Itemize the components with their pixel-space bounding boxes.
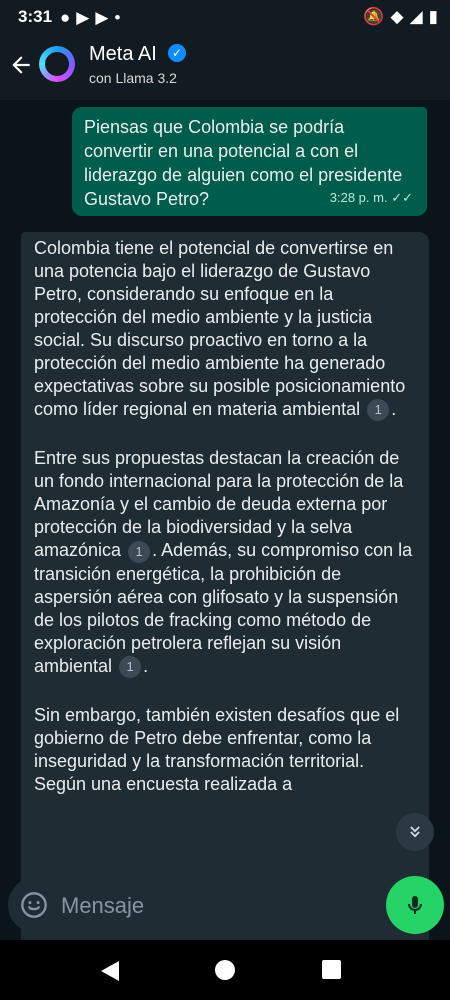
nav-home-icon[interactable]: [215, 960, 235, 980]
emoji-icon[interactable]: [20, 891, 48, 919]
message-time: 3:28 p. m.: [329, 190, 388, 205]
chat-subtitle: con Llama 3.2: [89, 70, 177, 86]
chat-title[interactable]: Meta AI: [89, 43, 157, 66]
incoming-message[interactable]: Colombia tiene el potencial de convertir…: [21, 232, 429, 962]
system-status-icons: 🔕 ◆ ◢ ▮: [363, 7, 438, 27]
message-paragraph-2: Entre sus propuestas destacan la creació…: [34, 447, 419, 678]
paragraph-text: Además, su compromiso con la transición …: [34, 540, 413, 676]
nav-recent-apps-icon[interactable]: [322, 960, 341, 979]
paragraph-text: Colombia tiene el potencial de convertir…: [34, 238, 406, 419]
double-chevron-down-icon: [410, 826, 420, 838]
message-paragraph-1: Colombia tiene el potencial de convertir…: [34, 237, 419, 422]
silent-icon: 🔕: [363, 7, 385, 26]
youtube-icon: ▶: [76, 8, 90, 27]
chat-header: Meta AI ✓ con Llama 3.2: [0, 34, 450, 100]
battery-icon: ▮: [428, 7, 438, 26]
message-input[interactable]: Mensaje: [61, 893, 144, 919]
notification-icons: ● ▶ ▶ •: [60, 8, 120, 28]
signal-icon: ◢: [409, 7, 423, 26]
verified-badge-icon: ✓: [168, 44, 186, 62]
double-check-icon: ✓✓: [391, 190, 413, 205]
message-meta: 3:28 p. m. ✓✓: [330, 186, 413, 210]
citation-badge[interactable]: 1: [367, 399, 390, 422]
citation-badge[interactable]: 1: [119, 655, 142, 678]
voice-message-button[interactable]: [386, 876, 444, 934]
youtube-icon: ▶: [95, 8, 109, 27]
status-bar: 3:31 ● ▶ ▶ • 🔕 ◆ ◢ ▮: [0, 0, 450, 34]
microphone-icon: [408, 896, 422, 914]
message-composer[interactable]: Mensaje: [8, 877, 380, 933]
chat-notification-icon: ●: [60, 8, 71, 27]
scroll-to-bottom-button[interactable]: [396, 813, 434, 851]
paragraph-text: Sin embargo, también existen desafíos qu…: [34, 704, 400, 794]
more-notifications-icon: •: [114, 8, 121, 27]
back-arrow-icon[interactable]: [8, 52, 34, 78]
nav-back-icon[interactable]: [101, 961, 119, 981]
message-paragraph-3: Sin embargo, también existen desafíos qu…: [34, 704, 419, 796]
android-navigation-bar: [0, 940, 450, 1000]
status-time: 3:31: [18, 7, 53, 26]
meta-ai-avatar[interactable]: [39, 46, 75, 82]
outgoing-message[interactable]: Piensas que Colombia se podría convertir…: [72, 107, 427, 216]
chat-area[interactable]: Piensas que Colombia se podría convertir…: [0, 100, 450, 962]
citation-badge[interactable]: 1: [128, 540, 151, 563]
wifi-icon: ◆: [390, 7, 404, 26]
